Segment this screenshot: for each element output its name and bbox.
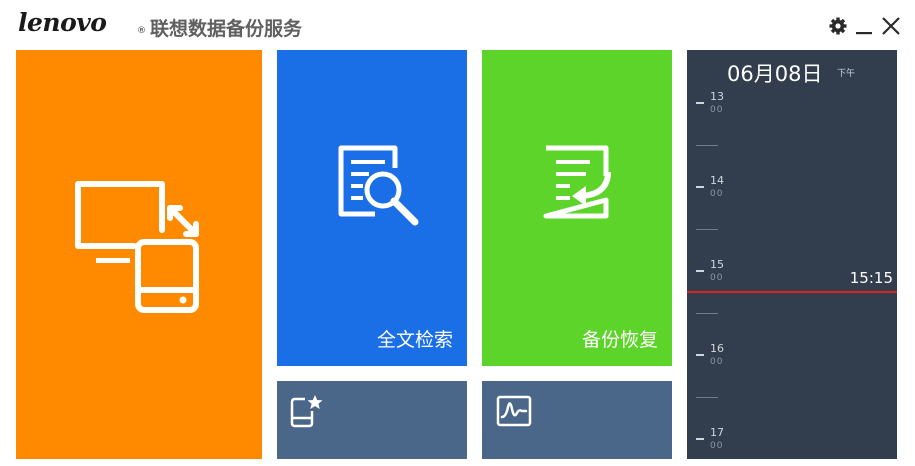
timeline-panel[interactable]: 06月08日 下午 13 00 14 00 15 00 15:15 16 00 … bbox=[687, 50, 897, 459]
hour-label: 13 bbox=[710, 90, 724, 103]
timeline-hour[interactable]: 16 00 bbox=[687, 342, 747, 382]
timeline-hour[interactable]: 14 00 bbox=[687, 174, 747, 214]
half-hour-tick bbox=[696, 313, 718, 314]
full-text-search-tile[interactable]: 全文检索 bbox=[277, 50, 467, 366]
current-time-line bbox=[687, 291, 897, 293]
hour-label: 16 bbox=[710, 342, 724, 355]
registered-mark: ® bbox=[137, 26, 146, 36]
disk-star-icon bbox=[290, 395, 323, 428]
minute-label: 00 bbox=[710, 357, 724, 367]
hour-label: 14 bbox=[710, 174, 724, 187]
computer-sync-disk-icon bbox=[75, 181, 199, 313]
favorite-disk-tile[interactable] bbox=[277, 381, 467, 459]
minute-label: 00 bbox=[710, 273, 724, 283]
monitor-tile[interactable] bbox=[482, 381, 672, 459]
title-bar: lenovo ® 联想数据备份服务 bbox=[0, 0, 915, 50]
minimize-icon[interactable] bbox=[853, 15, 875, 37]
tick-mark bbox=[696, 438, 704, 440]
timeline-hour[interactable]: 17 00 bbox=[687, 426, 747, 466]
document-restore-icon bbox=[543, 145, 611, 219]
tick-mark bbox=[696, 270, 704, 272]
minute-label: 00 bbox=[710, 105, 724, 115]
backup-restore-tile[interactable]: 备份恢复 bbox=[482, 50, 672, 366]
backup-tile[interactable] bbox=[16, 50, 262, 459]
tick-mark bbox=[696, 354, 704, 356]
document-search-icon bbox=[338, 145, 419, 226]
lenovo-logo: lenovo bbox=[18, 8, 107, 37]
tile-label-search: 全文检索 bbox=[376, 329, 453, 351]
half-hour-tick bbox=[696, 397, 718, 398]
waveform-icon bbox=[496, 395, 532, 427]
tick-mark bbox=[696, 102, 704, 104]
current-time: 15:15 bbox=[849, 269, 893, 287]
hour-label: 17 bbox=[710, 426, 724, 439]
timeline-hour[interactable]: 13 00 bbox=[687, 90, 747, 130]
timeline-ampm: 下午 bbox=[837, 69, 856, 79]
hour-label: 15 bbox=[710, 258, 724, 271]
tile-label-restore: 备份恢复 bbox=[581, 329, 658, 351]
close-icon[interactable] bbox=[880, 15, 902, 37]
half-hour-tick bbox=[696, 145, 718, 146]
timeline-date: 06月08日 bbox=[727, 62, 823, 86]
minute-label: 00 bbox=[710, 189, 724, 199]
app-title: 联想数据备份服务 bbox=[150, 18, 303, 40]
tick-mark bbox=[696, 186, 704, 188]
minute-label: 00 bbox=[710, 441, 724, 451]
gear-icon[interactable] bbox=[827, 15, 849, 37]
half-hour-tick bbox=[696, 229, 718, 230]
